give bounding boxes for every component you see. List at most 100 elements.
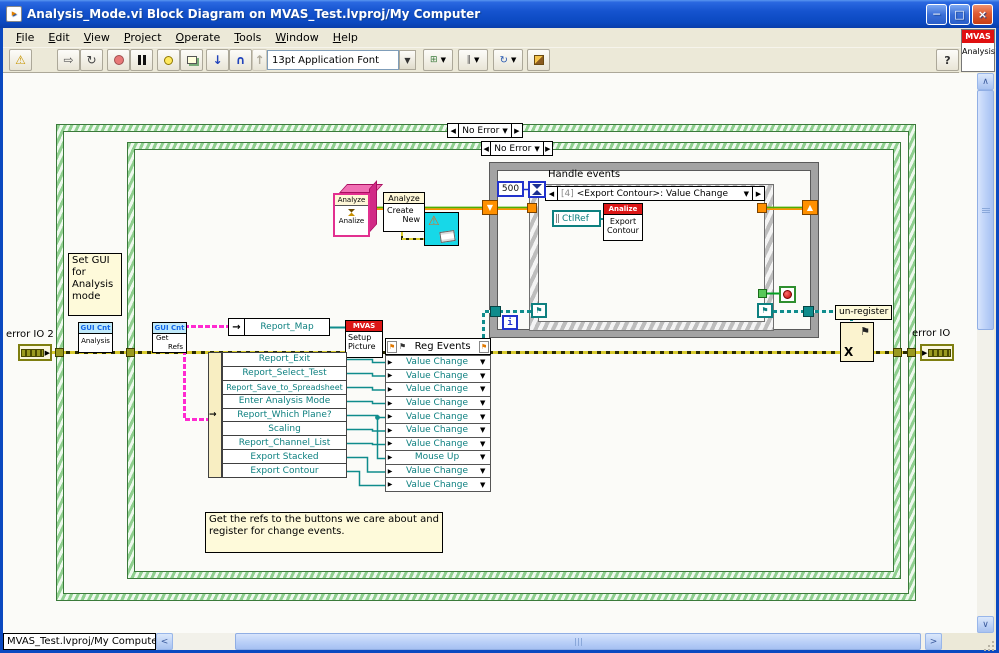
- step-over-button[interactable]: ∩: [229, 49, 252, 71]
- menu-help[interactable]: Help: [326, 29, 365, 46]
- case-tunnel[interactable]: [126, 348, 135, 357]
- context-indicator[interactable]: MVAS_Test.lvproj/My Computer: [3, 633, 156, 650]
- run-button[interactable]: ⇨: [57, 49, 80, 71]
- menu-edit[interactable]: Edit: [41, 29, 76, 46]
- error-out-terminal[interactable]: ▶: [920, 344, 954, 361]
- ctlref-constant[interactable]: CtlRef: [552, 210, 601, 227]
- align-objects-button[interactable]: ⊞▼: [423, 49, 453, 71]
- unbundle-item[interactable]: Report_Which Plane?: [222, 409, 347, 423]
- reg-event-row[interactable]: ▶Value Change▼: [385, 478, 491, 492]
- reg-event-row[interactable]: ▶Mouse Up▼: [385, 451, 491, 465]
- pause-button[interactable]: [130, 49, 153, 71]
- case-selector-outer[interactable]: ◀ No Error▼ ▶: [447, 123, 523, 138]
- boolean-tunnel[interactable]: [758, 289, 767, 298]
- vi-icon[interactable]: MVAS Analysis: [961, 29, 995, 72]
- analyze-class-constant[interactable]: Analyze Analize: [333, 183, 378, 238]
- font-selector[interactable]: 13pt Application Font: [267, 50, 399, 70]
- menu-tools[interactable]: Tools: [227, 29, 268, 46]
- gui-analysis-vi[interactable]: GUI Cnt Analysis: [78, 322, 113, 353]
- event-structure[interactable]: [530, 185, 773, 330]
- menu-operate[interactable]: Operate: [169, 29, 228, 46]
- menu-view[interactable]: View: [77, 29, 117, 46]
- cleanup-diagram-button[interactable]: [527, 49, 550, 71]
- case-dropdown-icon[interactable]: ▼: [534, 145, 539, 153]
- timeout-constant[interactable]: 500: [497, 181, 524, 197]
- distribute-objects-button[interactable]: ∥▼: [458, 49, 488, 71]
- retain-wire-values-button[interactable]: [180, 49, 203, 71]
- case-dropdown-icon[interactable]: ▼: [502, 127, 507, 135]
- shift-register-left[interactable]: ▼: [482, 200, 498, 215]
- case-tunnel[interactable]: [55, 348, 64, 357]
- event-selector[interactable]: ◀ [4]<Export Contour>: Value Change▼ ▶: [545, 186, 765, 201]
- unbundle-strip[interactable]: →: [208, 352, 222, 478]
- unregister-events-vi[interactable]: X ⚑: [840, 322, 874, 362]
- scroll-down-icon[interactable]: ∨: [977, 616, 994, 633]
- reg-event-row[interactable]: ▶Value Change▼: [385, 397, 491, 411]
- case-tunnel[interactable]: [907, 348, 916, 357]
- reg-event-row[interactable]: ▶Value Change▼: [385, 465, 491, 479]
- run-continuous-button[interactable]: ↻: [80, 49, 103, 71]
- title-bar[interactable]: ▸ Analysis_Mode.vi Block Diagram on MVAS…: [0, 0, 999, 28]
- next-case-icon[interactable]: ▶: [543, 142, 552, 155]
- event-dropdown-icon[interactable]: ▼: [744, 190, 749, 198]
- reg-event-row[interactable]: ▶Value Change▼: [385, 438, 491, 452]
- report-map-unbundle[interactable]: → Report_Map: [228, 318, 330, 336]
- reg-event-row[interactable]: ▶Value Change▼: [385, 410, 491, 424]
- vertical-scroll-thumb[interactable]: [977, 90, 994, 330]
- event-tunnel-right[interactable]: [757, 203, 767, 213]
- dynamic-event-terminal-right[interactable]: ⚑: [757, 303, 773, 318]
- reg-event-row[interactable]: ▶Value Change▼: [385, 424, 491, 438]
- horizontal-scroll-thumb[interactable]: [235, 633, 921, 650]
- iteration-terminal[interactable]: i: [502, 315, 518, 330]
- case-tunnel[interactable]: [893, 348, 902, 357]
- maximize-button[interactable]: □: [949, 4, 970, 25]
- error-out-label[interactable]: error IO: [912, 328, 950, 339]
- gui-get-refs-vi[interactable]: GUI Cnt Get Refs: [152, 322, 187, 353]
- scroll-left-icon[interactable]: <: [156, 633, 173, 650]
- unbundle-item[interactable]: Report_Select_Test: [222, 367, 347, 381]
- prev-event-icon[interactable]: ◀: [546, 187, 558, 200]
- bottom-comment[interactable]: Get the refs to the buttons we care abou…: [205, 512, 443, 553]
- timeout-terminal[interactable]: [528, 181, 546, 198]
- scroll-up-icon[interactable]: ∧: [977, 73, 994, 90]
- vertical-scrollbar[interactable]: ∧ ∨: [977, 73, 994, 633]
- loop-condition-terminal[interactable]: [779, 286, 796, 303]
- reg-tunnel-left[interactable]: [490, 306, 501, 317]
- set-gui-comment[interactable]: Set GUI for Analysis mode: [68, 253, 122, 316]
- reorder-button[interactable]: ↻▼: [493, 49, 523, 71]
- event-tunnel-left[interactable]: [527, 203, 537, 213]
- unbundle-item[interactable]: Export Contour: [222, 464, 347, 478]
- resize-grip[interactable]: [948, 633, 996, 650]
- case-selector-inner[interactable]: ◀ No Error▼ ▶: [481, 141, 553, 156]
- export-contour-vi[interactable]: Analize Export Contour: [603, 203, 643, 241]
- minimize-button[interactable]: ─: [926, 4, 947, 25]
- reg-tunnel-right[interactable]: [803, 306, 814, 317]
- error-in-label[interactable]: error IO 2: [6, 329, 54, 340]
- prev-case-icon[interactable]: ◀: [448, 124, 459, 137]
- menu-file[interactable]: File: [9, 29, 41, 46]
- reg-event-row[interactable]: ▶Value Change▼: [385, 383, 491, 397]
- help-button[interactable]: ?: [936, 49, 959, 71]
- font-selector-arrow-icon[interactable]: ▼: [399, 50, 416, 70]
- setup-picture-vi[interactable]: MVAS Setup Picture: [345, 320, 383, 358]
- highlight-execution-button[interactable]: [157, 49, 180, 71]
- menu-project[interactable]: Project: [117, 29, 169, 46]
- prev-case-icon[interactable]: ◀: [482, 142, 491, 155]
- unbundle-item[interactable]: Scaling: [222, 422, 347, 436]
- error-in-terminal[interactable]: ▶: [18, 344, 52, 361]
- horizontal-scrollbar[interactable]: [173, 633, 925, 650]
- unbundle-item[interactable]: Report_Save_to_Spreadsheet: [222, 381, 347, 395]
- unbundle-item[interactable]: Report_Exit: [222, 352, 347, 367]
- next-case-icon[interactable]: ▶: [511, 124, 522, 137]
- reg-event-row[interactable]: ▶Value Change▼: [385, 370, 491, 384]
- step-out-button[interactable]: ↑: [252, 49, 267, 71]
- abort-button[interactable]: [107, 49, 130, 71]
- unbundle-item[interactable]: Export Stacked: [222, 450, 347, 464]
- handle-events-label[interactable]: Handle events: [548, 169, 620, 180]
- dynamic-event-terminal-left[interactable]: ⚑: [531, 303, 547, 318]
- scroll-right-icon[interactable]: >: [925, 633, 942, 650]
- next-event-icon[interactable]: ▶: [752, 187, 764, 200]
- unregister-label[interactable]: un-register: [835, 305, 892, 320]
- unbundle-item[interactable]: Report_Channel_List: [222, 436, 347, 450]
- unbundle-item[interactable]: Enter Analysis Mode: [222, 395, 347, 409]
